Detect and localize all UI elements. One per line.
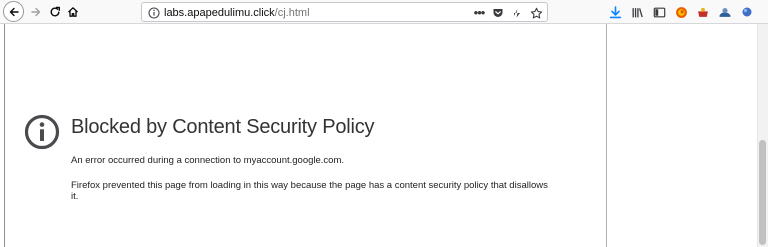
content-left-border: [4, 24, 5, 247]
home-icon: [68, 7, 78, 17]
reload-button[interactable]: [45, 2, 65, 22]
home-button[interactable]: [63, 2, 83, 22]
back-arrow-icon: [9, 7, 19, 16]
info-icon[interactable]: [147, 6, 161, 20]
library-icon[interactable]: [629, 4, 645, 20]
error-long-description: Firefox prevented this page from loading…: [71, 180, 548, 202]
sidebar-icon[interactable]: [651, 4, 667, 20]
url-bar[interactable]: labs.apapedulimu.click/cj.html •••: [141, 2, 548, 22]
forward-arrow-icon: [31, 7, 41, 17]
info-icon: [24, 114, 60, 150]
bookmark-star-icon[interactable]: [529, 6, 543, 20]
globe-icon[interactable]: [739, 4, 755, 20]
reload-icon: [50, 6, 60, 17]
page-actions-icon[interactable]: •••: [472, 6, 486, 20]
url-path: /cj.html: [274, 7, 310, 19]
url-text[interactable]: labs.apapedulimu.click/cj.html: [164, 6, 310, 20]
url-host: labs.apapedulimu.click: [164, 7, 275, 19]
error-short-description: An error occurred during a connection to…: [71, 155, 345, 166]
forward-button[interactable]: [26, 2, 46, 22]
download-icon[interactable]: [607, 4, 623, 20]
browser-toolbar: labs.apapedulimu.click/cj.html •••: [0, 0, 768, 24]
scrollbar-thumb[interactable]: [759, 140, 766, 245]
url-actions: •••: [472, 5, 543, 21]
error-title: Blocked by Content Security Policy: [71, 116, 375, 138]
screenshot-icon[interactable]: [717, 4, 733, 20]
toolbar-icons: [607, 3, 768, 21]
firefox-account-icon[interactable]: [673, 4, 689, 20]
sidebar-divider: [606, 24, 607, 247]
pocket-icon[interactable]: [491, 6, 505, 20]
reader-icon[interactable]: [510, 6, 524, 20]
extension-icon[interactable]: [695, 4, 711, 20]
back-button[interactable]: [3, 1, 24, 22]
